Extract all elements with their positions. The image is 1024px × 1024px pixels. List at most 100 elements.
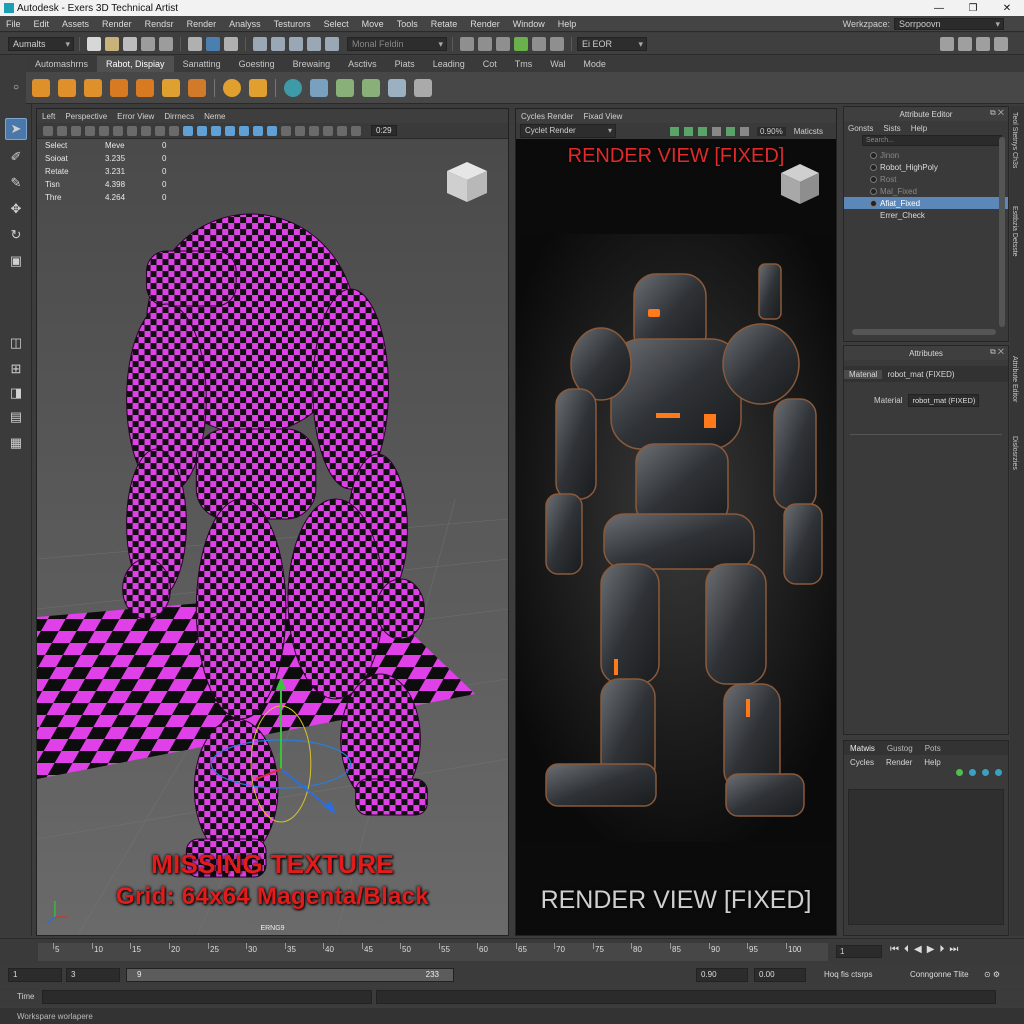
renderer-dropdown[interactable]: Cyclet Render [520, 124, 616, 138]
snap-curve-icon[interactable] [271, 36, 285, 51]
menu-render-2[interactable]: Render [181, 19, 224, 29]
sun-light-icon[interactable] [223, 78, 241, 97]
globe-icon[interactable] [284, 78, 302, 97]
close-icon[interactable]: ⧉ ✕ [990, 347, 1004, 357]
close-icon[interactable]: ⧉ ✕ [990, 108, 1004, 118]
gate-mask-icon[interactable] [141, 125, 151, 136]
exposure-icon[interactable] [323, 125, 333, 136]
play-forward-button[interactable]: ▶ [927, 944, 935, 955]
end-time-field[interactable]: 0.00 [754, 968, 806, 982]
safe-action-icon[interactable] [169, 125, 179, 136]
menu-help[interactable]: Help [552, 19, 584, 29]
robot-icon[interactable] [110, 78, 128, 97]
shelf-tab[interactable]: Brewaing [284, 56, 340, 72]
material-menu-item[interactable]: Help [924, 758, 940, 767]
menu-edit[interactable]: Edit [28, 19, 57, 29]
add-icon[interactable] [956, 769, 963, 776]
snap-surface-icon[interactable] [307, 36, 321, 51]
eye-icon[interactable] [670, 126, 679, 136]
shelf-tab[interactable]: Rabot, Dispiay [97, 56, 174, 72]
view-cube-icon[interactable] [444, 159, 490, 205]
bookmark-icon[interactable] [71, 125, 81, 136]
start-time-field[interactable]: 1 [8, 968, 62, 982]
close-button[interactable]: ✕ [990, 3, 1024, 14]
modeling-toolkit-icon[interactable] [940, 36, 954, 51]
rotate-tool-icon[interactable]: ↻ [5, 224, 27, 246]
film-gate-icon[interactable] [113, 125, 123, 136]
settings-icon[interactable] [712, 126, 721, 136]
scale-tool-icon[interactable]: ▣ [5, 250, 27, 272]
save-scene-icon[interactable] [123, 36, 137, 51]
material-field[interactable]: robot_mat (FIXED) [908, 394, 980, 407]
playback-start-field[interactable]: 3 [66, 968, 120, 982]
shelf-tab[interactable]: Leading [424, 56, 474, 72]
hypershade-icon[interactable] [514, 36, 528, 51]
workspace-dropdown[interactable]: Sorrpoovn [894, 17, 1004, 30]
sphere-preview-icon[interactable] [995, 769, 1002, 776]
smooth-shade-icon[interactable] [197, 125, 207, 136]
material-menu-item[interactable]: Render [886, 758, 912, 767]
sphere-icon[interactable] [58, 78, 76, 97]
bone-icon[interactable] [188, 78, 206, 97]
viewport-menu-item[interactable]: Error View [112, 112, 159, 121]
play-backward-button[interactable]: ◀ [914, 944, 922, 955]
ambient-occlusion-icon[interactable] [253, 125, 263, 136]
shelf-tab[interactable]: Sanatting [174, 56, 230, 72]
xray-icon[interactable] [295, 125, 305, 136]
render-menu-item[interactable]: Cycles Render [516, 112, 578, 121]
textured-icon[interactable] [211, 125, 221, 136]
menu-render-3[interactable]: Render [464, 19, 507, 29]
range-slider[interactable]: 9 233 [126, 968, 454, 982]
current-frame-field[interactable]: 1 [836, 945, 882, 958]
render-settings-icon[interactable] [496, 36, 510, 51]
shelf-tab[interactable]: Mode [574, 56, 615, 72]
view-cube-icon[interactable] [778, 161, 822, 207]
component-title-label[interactable]: Conngonne Tlite [910, 970, 969, 979]
outliner-item[interactable]: Rost [844, 173, 1008, 185]
search-input[interactable]: Search... [862, 135, 1002, 146]
menu-select[interactable]: Select [318, 19, 356, 29]
single-view-layout-icon[interactable]: ◫ [5, 332, 27, 354]
menu-textures[interactable]: Testurors [268, 19, 318, 29]
panel-menu-item[interactable]: Help [911, 124, 927, 133]
compare-icon[interactable] [740, 126, 749, 136]
outliner-layout-icon[interactable]: ▤ [5, 406, 27, 428]
shelf-options-icon[interactable]: ○ [5, 76, 27, 98]
select-by-component-icon[interactable] [224, 36, 238, 51]
joint-icon[interactable] [136, 78, 154, 97]
assign-icon[interactable] [969, 769, 976, 776]
shelf-tab[interactable]: Tms [506, 56, 542, 72]
menu-file[interactable]: File [0, 19, 28, 29]
outliner-item[interactable]: Jinon [844, 149, 1008, 161]
tab-materials[interactable]: Matwis [850, 744, 875, 753]
spot-light-icon[interactable] [249, 78, 267, 97]
zoom-field[interactable]: 0.90% [757, 126, 786, 136]
outliner-item[interactable]: Robot_HighPoly [844, 161, 1008, 173]
cube-icon[interactable] [32, 78, 50, 97]
snap-grid-icon[interactable] [253, 36, 267, 51]
open-scene-icon[interactable] [105, 36, 119, 51]
go-to-end-button[interactable]: ⏭ [949, 944, 958, 955]
side-tab-tool-settings[interactable]: Teol Stetnys [1011, 112, 1018, 150]
side-tab-displays[interactable]: Dislosrzies [1011, 436, 1018, 470]
material-menu-item[interactable]: Cycles [850, 758, 874, 767]
motion-blur-icon[interactable] [267, 125, 277, 136]
go-to-start-button[interactable]: ⏮ [890, 944, 899, 955]
playback-options-icon[interactable]: ⊙ ⚙ [984, 970, 1000, 979]
grid-icon[interactable] [99, 125, 109, 136]
step-back-button[interactable]: ⏴ [904, 944, 909, 955]
tab-posts[interactable]: Pots [925, 744, 941, 753]
viewport-menu-item[interactable]: Neme [199, 112, 230, 121]
step-forward-button[interactable]: ⏵ [939, 944, 944, 955]
ipr-render-icon[interactable] [478, 36, 492, 51]
color-management-icon[interactable] [351, 125, 361, 136]
outliner-item[interactable]: Afiat_Fixed [844, 197, 1008, 209]
shadows-icon[interactable] [239, 125, 249, 136]
lights-icon[interactable] [225, 125, 235, 136]
character-icon[interactable] [550, 36, 564, 51]
timeline-ruler[interactable]: 5 10 15 20 25 30 35 40 45 50 55 60 65 70 75 80 85 90 95 100 [38, 943, 828, 961]
shelf-tab[interactable]: Cot [474, 56, 506, 72]
menu-assets[interactable]: Assets [56, 19, 96, 29]
uv-editor-icon[interactable] [362, 78, 380, 97]
render-menu-item[interactable]: Fixad View [578, 112, 627, 121]
